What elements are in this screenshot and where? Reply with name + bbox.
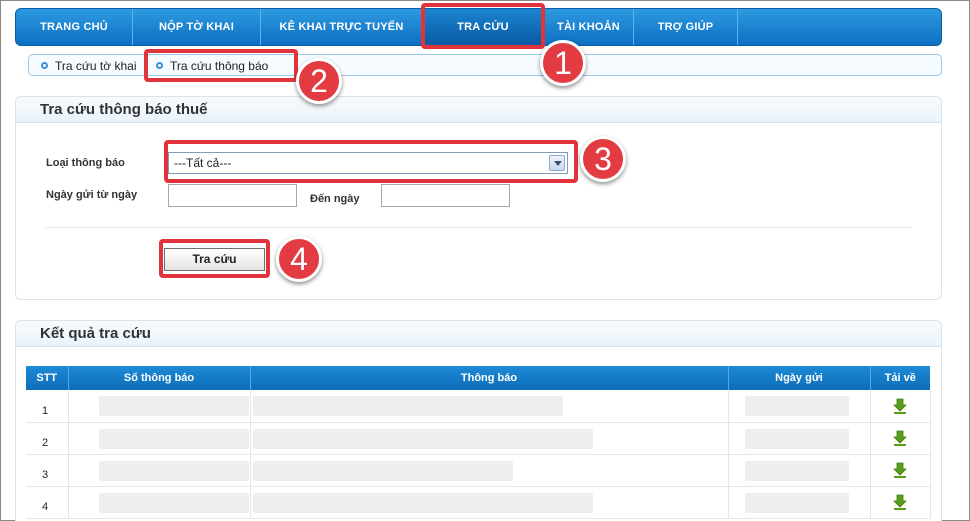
table-row: 3 <box>26 454 931 487</box>
cell-sent-date <box>728 454 871 487</box>
download-icon[interactable] <box>893 398 907 414</box>
cell-notice <box>250 454 729 487</box>
step-badge-1: 1 <box>540 40 586 86</box>
main-nav: TRANG CHỦ NỘP TỜ KHAI KÊ KHAI TRỰC TUYẾN… <box>15 8 942 46</box>
row-stt: 1 <box>26 390 69 423</box>
redacted-text <box>98 396 249 416</box>
cell-notice-number <box>68 454 251 487</box>
row-stt: 4 <box>26 486 69 519</box>
search-button[interactable]: Tra cứu <box>164 248 265 271</box>
form-divider <box>45 227 911 228</box>
search-panel-title: Tra cứu thông báo thuế <box>16 97 941 123</box>
cell-download <box>870 422 931 455</box>
notice-type-value: ---Tất cả--- <box>174 156 232 170</box>
redacted-text <box>252 428 593 449</box>
col-header-download: Tải về <box>870 366 930 390</box>
cell-notice-number <box>68 390 251 423</box>
table-row: 4 <box>26 486 931 519</box>
cell-notice-number <box>68 486 251 519</box>
nav-submit-declaration[interactable]: NỘP TỜ KHAI <box>133 9 261 45</box>
step-badge-4: 4 <box>276 236 322 282</box>
step-badge-2: 2 <box>296 58 342 104</box>
download-icon[interactable] <box>893 430 907 446</box>
bullet-icon <box>156 62 163 69</box>
redacted-text <box>744 492 849 513</box>
sub-nav: Tra cứu tờ khai Tra cứu thông báo <box>28 54 942 76</box>
results-panel-title: Kết quả tra cứu <box>16 321 941 347</box>
download-icon[interactable] <box>893 462 907 478</box>
col-header-stt: STT <box>26 366 69 390</box>
redacted-text <box>252 492 593 513</box>
bullet-icon <box>41 62 48 69</box>
redacted-text <box>98 460 249 481</box>
cell-notice-number <box>68 422 251 455</box>
subnav-lookup-declaration[interactable]: Tra cứu tờ khai <box>41 59 136 73</box>
table-row: 1 <box>26 390 931 423</box>
cell-download <box>870 390 931 423</box>
cell-sent-date <box>728 422 871 455</box>
step-badge-3: 3 <box>580 136 626 182</box>
col-header-sent-date: Ngày gửi <box>728 366 871 390</box>
to-date-label: Đến ngày <box>310 193 360 205</box>
col-header-notice-number: Số thông báo <box>68 366 251 390</box>
redacted-text <box>98 492 249 513</box>
subnav-label: Tra cứu thông báo <box>170 59 269 73</box>
notice-type-select[interactable]: ---Tất cả--- <box>168 152 568 174</box>
cell-sent-date <box>728 486 871 519</box>
table-row: 2 <box>26 422 931 455</box>
row-stt: 2 <box>26 422 69 455</box>
table-header-row: STT Số thông báo Thông báo Ngày gửi Tải … <box>26 366 930 390</box>
redacted-text <box>252 396 563 416</box>
cell-sent-date <box>728 390 871 423</box>
redacted-text <box>744 460 849 481</box>
results-table: STT Số thông báo Thông báo Ngày gửi Tải … <box>26 366 931 519</box>
nav-lookup[interactable]: TRA CỨU <box>423 9 544 45</box>
cell-download <box>870 486 931 519</box>
notice-type-label: Loại thông báo <box>46 157 125 169</box>
subnav-lookup-notice[interactable]: Tra cứu thông báo <box>156 59 268 73</box>
nav-home[interactable]: TRANG CHỦ <box>16 9 133 45</box>
nav-help[interactable]: TRỢ GIÚP <box>634 9 738 45</box>
redacted-text <box>744 428 849 449</box>
redacted-text <box>252 460 513 481</box>
from-date-input[interactable] <box>168 184 297 207</box>
nav-online-declaration[interactable]: KÊ KHAI TRỰC TUYẾN <box>261 9 423 45</box>
redacted-text <box>98 428 249 449</box>
subnav-label: Tra cứu tờ khai <box>55 59 137 73</box>
cell-notice <box>250 486 729 519</box>
to-date-input[interactable] <box>381 184 510 207</box>
row-stt: 3 <box>26 454 69 487</box>
cell-download <box>870 454 931 487</box>
redacted-text <box>744 396 849 416</box>
cell-notice <box>250 390 729 423</box>
chevron-down-icon[interactable] <box>549 155 565 171</box>
col-header-notice: Thông báo <box>250 366 729 390</box>
download-icon[interactable] <box>893 494 907 510</box>
cell-notice <box>250 422 729 455</box>
from-date-label: Ngày gửi từ ngày <box>46 189 138 201</box>
